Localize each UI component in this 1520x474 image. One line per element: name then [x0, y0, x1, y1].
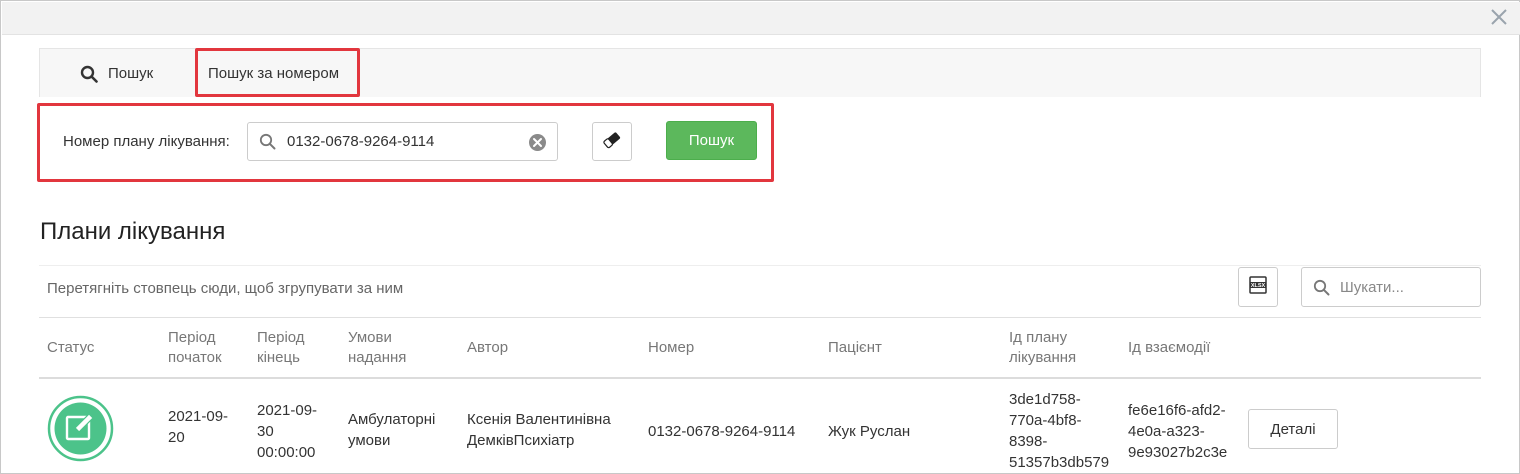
tab-search-by-number-label: Пошук за номером — [208, 65, 340, 82]
cell-line: 00:00:00 — [257, 444, 316, 461]
column-header-label: надання — [348, 349, 407, 366]
column-header-label: Ід взаємодії — [1128, 339, 1211, 356]
grid-search-field[interactable] — [1301, 267, 1481, 307]
modal-titlebar — [2, 2, 1520, 35]
clear-icon[interactable] — [528, 133, 547, 156]
cell-line: 2021-09- — [257, 402, 318, 419]
search-icon — [259, 133, 276, 154]
column-header-label: Період — [168, 329, 216, 346]
plan-number-label: Номер плану лікування: — [63, 133, 230, 150]
cell-line: Ксенія Валентинівна — [467, 411, 611, 428]
column-header-label: Пацієнт — [828, 339, 882, 356]
column-header-label: Період — [257, 329, 305, 346]
tab-search-by-number[interactable]: Пошук за номером — [208, 49, 339, 98]
search-tabs: Пошук Пошук за номером — [39, 48, 1481, 97]
column-header-label: кінець — [257, 349, 300, 366]
column-header-conditions[interactable]: Умови надання — [348, 318, 406, 378]
search-icon — [80, 65, 98, 83]
column-header-patient[interactable]: Пацієнт — [828, 318, 882, 378]
cell-line: 2021-09- — [168, 408, 229, 425]
tab-search[interactable]: Пошук — [80, 49, 153, 98]
cell-period-start: 2021-09- 20 — [168, 406, 228, 448]
cell-patient: Жук Руслан — [828, 423, 911, 440]
cell-line: 4e0a-a323- — [1128, 423, 1205, 440]
cell-plan-id: 3de1d758- 770a-4bf8- 8398- 51357b3db579 — [1009, 389, 1109, 473]
treatment-plans-grid: Перетягніть стовпець сюди, щоб згрупуват… — [39, 265, 1481, 474]
column-header-label: Умови — [348, 329, 392, 346]
reset-button[interactable] — [592, 122, 632, 161]
cell-line: ДемківПсихіатр — [467, 432, 575, 449]
cell-line: 770a-4bf8- — [1009, 412, 1082, 429]
cell-line: 30 — [257, 423, 274, 440]
column-header-author[interactable]: Автор — [467, 318, 508, 378]
cell-number: 0132-0678-9264-9114 — [648, 423, 796, 440]
column-header-label: Статус — [47, 339, 95, 356]
export-excel-button[interactable]: XLSX — [1238, 267, 1278, 307]
section-title: Плани лікування — [40, 218, 226, 245]
cell-line: Амбулаторні — [348, 411, 436, 428]
column-header-label: початок — [168, 349, 222, 366]
svg-text:XLSX: XLSX — [1251, 283, 1266, 289]
excel-icon: XLSX — [1248, 275, 1268, 299]
header-divider — [39, 377, 1481, 379]
column-header-plan-id[interactable]: Ід плану лікування — [1009, 318, 1076, 378]
cell-line: 51357b3db579 — [1009, 454, 1110, 471]
cell-line: fe6e16f6-afd2- — [1128, 402, 1226, 419]
group-panel[interactable]: Перетягніть стовпець сюди, щоб згрупуват… — [39, 265, 1481, 318]
cell-line: умови — [348, 432, 391, 449]
search-icon — [1313, 279, 1330, 300]
grid-search-input[interactable] — [1340, 277, 1475, 297]
plan-number-input[interactable]: 0132-0678-9264-9114 — [247, 122, 558, 161]
search-submit-button[interactable]: Пошук — [666, 121, 757, 160]
cell-conditions: Амбулаторні умови — [348, 409, 435, 451]
cell-line: 3de1d758- — [1009, 391, 1081, 408]
column-header-interaction-id[interactable]: Ід взаємодії — [1128, 318, 1210, 378]
cell-line: 9e93027b2c3e — [1128, 444, 1228, 461]
details-button[interactable]: Деталі — [1248, 409, 1338, 449]
group-hint: Перетягніть стовпець сюди, щоб згрупуват… — [47, 280, 404, 297]
cell-line: 20 — [168, 429, 185, 446]
tab-search-label: Пошук — [108, 65, 154, 82]
column-header-number[interactable]: Номер — [648, 318, 694, 378]
cell-author: Ксенія Валентинівна ДемківПсихіатр — [467, 409, 611, 451]
column-header-period-start[interactable]: Період початок — [168, 318, 222, 378]
column-header-period-end[interactable]: Період кінець — [257, 318, 305, 378]
eraser-icon — [602, 130, 622, 154]
cell-line: 8398- — [1009, 433, 1048, 450]
column-header-status[interactable]: Статус — [47, 318, 94, 378]
column-header-label: Ід плану — [1009, 329, 1068, 346]
column-header-label: Автор — [467, 339, 509, 356]
cell-interaction-id: fe6e16f6-afd2- 4e0a-a323- 9e93027b2c3e — [1128, 400, 1227, 463]
plan-number-value: 0132-0678-9264-9114 — [287, 133, 435, 150]
cell-period-end: 2021-09- 30 00:00:00 — [257, 400, 317, 463]
column-header-label: Номер — [648, 339, 695, 356]
close-icon[interactable] — [1488, 6, 1510, 28]
edit-document-icon[interactable] — [47, 395, 114, 462]
column-header-label: лікування — [1009, 349, 1077, 366]
